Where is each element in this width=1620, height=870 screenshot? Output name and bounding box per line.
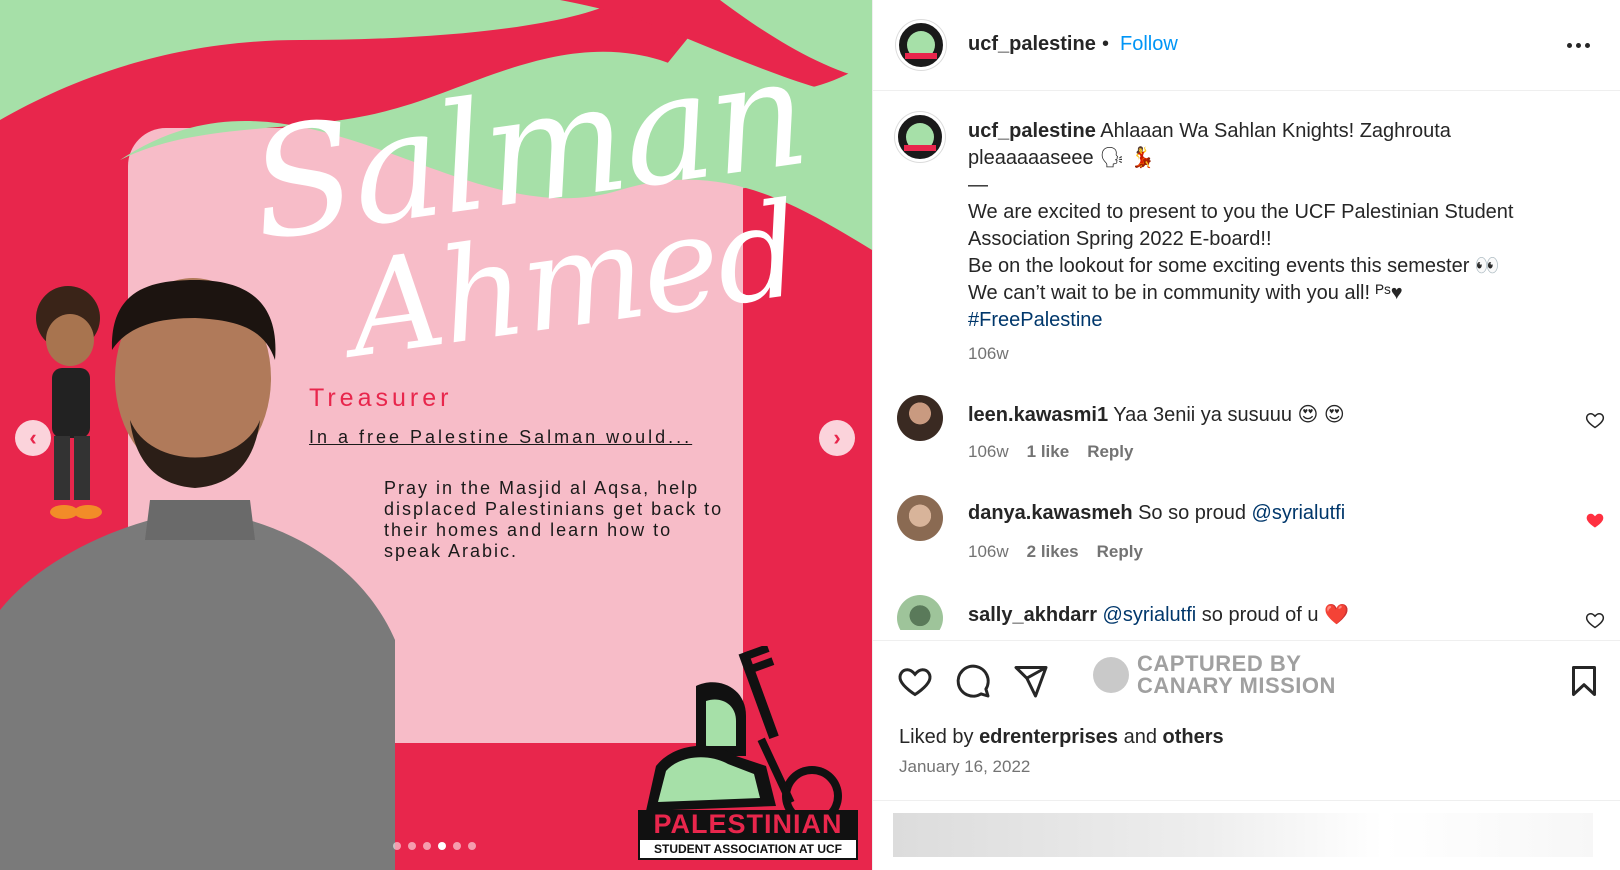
comment-username[interactable]: leen.kawasmi1 — [968, 404, 1108, 426]
psa-logo-title: PALESTINIAN — [638, 810, 858, 838]
carousel-dot — [393, 842, 401, 850]
carousel-dot — [453, 842, 461, 850]
heart-filled-icon[interactable] — [1585, 510, 1605, 530]
featured-role: Treasurer — [309, 384, 453, 412]
bookmark-icon[interactable] — [1566, 663, 1602, 699]
comment-likes[interactable]: 1 like — [1027, 442, 1070, 461]
comment-item: leen.kawasmi1 Yaa 3enii ya susuuu 😍 😍 10… — [873, 395, 1620, 475]
carousel-prev-button[interactable]: ‹ — [15, 420, 51, 456]
comment-input[interactable] — [893, 813, 1593, 857]
comment-bubble-icon[interactable] — [955, 663, 991, 699]
carousel-dot — [438, 842, 446, 850]
featured-answer: Pray in the Masjid al Aqsa, help displac… — [384, 478, 724, 561]
featured-prompt: In a free Palestine Salman would... — [309, 427, 693, 447]
more-options-icon[interactable] — [1563, 30, 1593, 60]
caption-line2: We are excited to present to you the UCF… — [968, 201, 1514, 250]
comment-text: Yaa 3enii ya susuuu 😍 😍 — [1113, 404, 1345, 426]
reply-button[interactable]: Reply — [1097, 542, 1143, 561]
watermark: CAPTURED BY CANARY MISSION — [1093, 653, 1336, 697]
follow-button[interactable]: Follow — [1120, 33, 1178, 56]
carousel-dot — [468, 842, 476, 850]
post-header: ucf_palestine • Follow — [873, 0, 1620, 91]
caption-line3: Be on the lookout for some exciting even… — [968, 255, 1500, 277]
carousel-next-button[interactable]: › — [819, 420, 855, 456]
liked-by: Liked by edrenterprises and others — [899, 726, 1224, 749]
comment-time: 106w — [968, 442, 1009, 461]
liked-by-prefix: Liked by — [899, 726, 974, 748]
heart-icon[interactable] — [1585, 610, 1605, 630]
canary-logo-icon — [1093, 657, 1129, 693]
avatar[interactable] — [897, 395, 943, 441]
post-actions: CAPTURED BY CANARY MISSION Liked by edren… — [873, 640, 1620, 800]
post-image: Salman Ahmed Treasurer In a free Palesti… — [0, 0, 872, 870]
comment-username[interactable]: sally_akhdarr — [968, 604, 1097, 626]
header-username[interactable]: ucf_palestine — [968, 33, 1096, 56]
caption-timestamp: 106w — [968, 344, 1009, 363]
mention-link[interactable]: @syrialutfi — [1252, 502, 1346, 524]
comment-username[interactable]: danya.kawasmeh — [968, 502, 1133, 524]
share-send-icon[interactable] — [1013, 663, 1049, 699]
add-comment-area — [873, 800, 1620, 870]
comments-list: leen.kawasmi1 Yaa 3enii ya susuuu 😍 😍 10… — [873, 395, 1620, 630]
comment-item: sally_akhdarr @syrialutfi so proud of u … — [873, 595, 1620, 630]
carousel-dot — [423, 842, 431, 850]
carousel-indicator — [393, 842, 476, 850]
liked-by-user[interactable]: edrenterprises — [979, 726, 1118, 748]
caption-username[interactable]: ucf_palestine — [968, 120, 1096, 142]
mention-link[interactable]: @syrialutfi — [1103, 604, 1197, 626]
chevron-right-icon: › — [833, 425, 841, 450]
comment-item: danya.kawasmeh So so proud @syrialutfi 1… — [873, 495, 1620, 575]
comment-text: so proud of u ❤️ — [1201, 604, 1349, 626]
comment-text: So so proud — [1138, 502, 1246, 524]
psa-logo-subtitle: STUDENT ASSOCIATION AT UCF — [638, 838, 858, 860]
avatar[interactable] — [897, 595, 943, 630]
watermark-line2: CANARY MISSION — [1137, 673, 1336, 698]
caption-avatar[interactable] — [895, 112, 945, 162]
hashtag-link[interactable]: #FreePalestine — [968, 309, 1103, 331]
avatar[interactable] — [896, 20, 946, 70]
heart-icon[interactable] — [1585, 410, 1605, 430]
post-caption: ucf_palestine Ahlaaan Wa Sahlan Knights!… — [968, 118, 1568, 334]
like-heart-icon[interactable] — [897, 663, 933, 699]
watermark-line1: CAPTURED BY — [1137, 651, 1302, 676]
liked-by-and: and — [1123, 726, 1157, 748]
comment-time: 106w — [968, 542, 1009, 561]
avatar[interactable] — [897, 495, 943, 541]
liked-by-others[interactable]: others — [1163, 726, 1224, 748]
reply-button[interactable]: Reply — [1087, 442, 1133, 461]
post-sidebar: ucf_palestine • Follow ucf_palestine Ahl… — [872, 0, 1620, 870]
comment-likes[interactable]: 2 likes — [1027, 542, 1079, 561]
header-separator: • — [1102, 33, 1110, 55]
post-date: January 16, 2022 — [899, 757, 1031, 776]
carousel-dot — [408, 842, 416, 850]
caption-line4: We can’t wait to be in community with yo… — [968, 282, 1403, 304]
chevron-left-icon: ‹ — [29, 425, 37, 450]
caption-dash: — — [968, 174, 988, 196]
